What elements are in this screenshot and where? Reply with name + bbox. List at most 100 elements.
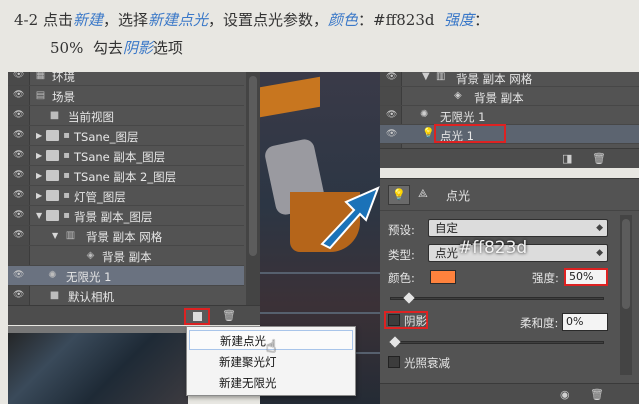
render-icon[interactable]: ◉ — [560, 388, 570, 401]
folder-icon — [46, 130, 59, 141]
camera-icon: ■ — [49, 290, 60, 301]
eye-icon[interactable]: 👁 — [386, 130, 397, 139]
softness-slider[interactable] — [389, 336, 604, 348]
expand-arrow-icon[interactable]: ▶ — [36, 151, 44, 160]
layer-row-infinite-light[interactable]: 👁 ✺ 无限光 1 — [8, 266, 244, 286]
layers-scrollbar[interactable] — [246, 72, 260, 324]
expand-arrow-icon[interactable]: ▶ — [36, 171, 44, 180]
strength-input[interactable]: 50% — [564, 268, 608, 286]
instr-highlight-new: 新建 — [72, 11, 103, 29]
trash-icon[interactable]: 🗑 — [590, 388, 604, 401]
layer-row-tsane-copy2[interactable]: 👁 ▶ ▪ TSane 副本 2_图层 — [8, 166, 244, 186]
mesh-icon: ▪ — [63, 190, 70, 201]
layer-row-bg-copy-mesh[interactable]: 👁 ▼ ▥ 背景 副本 网格 — [8, 226, 244, 246]
environment-icon: ▦ — [35, 72, 46, 81]
instr-part: 点击 — [42, 11, 73, 29]
falloff-checkbox[interactable] — [388, 356, 400, 368]
eye-icon[interactable]: 👁 — [386, 73, 397, 82]
trash-icon[interactable]: 🗑 — [592, 152, 606, 165]
bulb-icon[interactable]: 💡 — [388, 185, 410, 205]
preset-select[interactable]: 自定 ◆ — [428, 219, 608, 237]
eye-icon[interactable]: 👁 — [13, 291, 25, 300]
step-number: 4-2 — [14, 11, 39, 29]
bulb-icon: 💡 — [422, 128, 435, 139]
instr-highlight-new-point: 新建点光 — [147, 11, 208, 29]
instr-highlight-strength: 强度 — [444, 11, 475, 29]
color-swatch[interactable] — [430, 270, 456, 284]
coordinates-icon[interactable]: ⟁ — [418, 187, 428, 201]
collapse-arrow-icon[interactable]: ▼ — [422, 71, 430, 82]
layer-row-environment[interactable]: 👁 ▦ 环境 — [8, 72, 244, 86]
eye-icon[interactable]: 👁 — [13, 111, 25, 120]
preset-label: 预设: — [388, 223, 415, 237]
layer-row-scene[interactable]: 👁 ▤ 场景 — [8, 86, 244, 106]
strength-slider[interactable] — [390, 292, 604, 304]
shadow-checkbox[interactable] — [388, 314, 400, 326]
new-light-button[interactable] — [184, 308, 210, 325]
eye-icon[interactable]: 👁 — [13, 91, 25, 100]
eye-icon[interactable]: 👁 — [13, 171, 25, 180]
scene-row-bg-mesh[interactable]: 👁 ▼ ▥ 背景 副本 网格 — [380, 68, 639, 87]
scene-icon: ▤ — [35, 90, 46, 101]
folder-icon — [46, 210, 59, 221]
properties-panel: 💡 ⟁ 点光 预设: 自定 ◆ 类型: 点光 ◆ 颜色: 强度: 50% 阴影 … — [380, 178, 639, 404]
layer-row-default-camera[interactable]: 👁 ■ 默认相机 — [8, 286, 244, 306]
new-light-icon — [193, 312, 202, 321]
3d-object-orange — [260, 76, 320, 118]
scene-row-point-light[interactable]: 👁 💡 点光 1 — [380, 125, 639, 144]
layer-label: TSane 副本_图层 — [74, 150, 166, 164]
trash-icon[interactable]: 🗑 — [222, 309, 236, 322]
eye-icon[interactable]: 👁 — [13, 191, 25, 200]
scrollbar-thumb[interactable] — [249, 76, 257, 256]
scrollbar-thumb[interactable] — [622, 219, 630, 309]
layer-label: 无限光 1 — [440, 110, 486, 124]
eye-icon[interactable]: 👁 — [13, 231, 25, 240]
layer-row-current-view[interactable]: 👁 ■ 当前视图 — [8, 106, 244, 126]
layer-row-bg-copy-material[interactable]: ◈ 背景 副本 — [8, 246, 244, 266]
falloff-label: 光照衰减 — [404, 356, 450, 370]
layer-label: TSane_图层 — [74, 130, 139, 144]
scene-panel-footer: ◨ 🗑 — [380, 148, 639, 168]
slider-knob[interactable] — [389, 336, 401, 348]
layer-row-tsane[interactable]: 👁 ▶ ▪ TSane_图层 — [8, 126, 244, 146]
hand-cursor-icon: ☝ — [266, 337, 277, 357]
scene-row-bg-material[interactable]: ◈ 背景 副本 — [380, 87, 639, 106]
expand-arrow-icon[interactable]: ▶ — [36, 131, 44, 140]
mesh-icon: ▥ — [436, 71, 446, 82]
new-light-icon[interactable]: ◨ — [562, 152, 572, 165]
grid-line — [260, 272, 380, 274]
instr-highlight-color: 颜色 — [328, 11, 359, 29]
eye-icon[interactable]: 👁 — [13, 211, 25, 220]
instr-part: ，选择 — [102, 11, 148, 29]
mesh-icon: ▪ — [63, 210, 70, 221]
mesh-icon: ▪ — [63, 130, 70, 141]
eye-icon[interactable]: 👁 — [386, 111, 397, 120]
layer-label: 场景 — [52, 90, 75, 104]
eye-icon[interactable]: 👁 — [13, 271, 25, 280]
shadow-label: 阴影 — [404, 314, 427, 328]
layer-row-tsane-copy[interactable]: 👁 ▶ ▪ TSane 副本_图层 — [8, 146, 244, 166]
slider-knob[interactable] — [403, 292, 415, 304]
layer-label: 背景 副本 网格 — [86, 230, 163, 244]
layer-label: 背景 副本 网格 — [456, 72, 533, 86]
eye-icon[interactable]: 👁 — [13, 72, 25, 80]
softness-input[interactable]: 0% — [562, 313, 608, 331]
instr-highlight-shadow: 阴影 — [122, 39, 153, 57]
chevron-updown-icon: ◆ — [596, 248, 603, 258]
properties-title: 点光 — [446, 189, 471, 203]
scene-image-strip — [8, 326, 188, 404]
eye-icon[interactable]: 👁 — [13, 131, 25, 140]
layer-row-lamp[interactable]: 👁 ▶ ▪ 灯管_图层 — [8, 186, 244, 206]
eye-icon[interactable]: 👁 — [13, 151, 25, 160]
chevron-updown-icon: ◆ — [596, 223, 603, 233]
scene-row-infinite-light[interactable]: 👁 ✺ 无限光 1 — [380, 106, 639, 125]
type-label: 类型: — [388, 248, 415, 262]
collapse-arrow-icon[interactable]: ▼ — [36, 211, 44, 220]
layer-row-bg-copy[interactable]: 👁 ▼ ▪ 背景 副本_图层 — [8, 206, 244, 226]
infinite-light-icon: ✺ — [48, 270, 57, 281]
material-icon: ◈ — [86, 250, 95, 261]
expand-arrow-icon[interactable]: ▶ — [36, 191, 44, 200]
collapse-arrow-icon[interactable]: ▼ — [52, 231, 60, 240]
menu-item-new-infinite-light[interactable]: 新建无限光 — [189, 373, 353, 393]
properties-scrollbar[interactable] — [620, 215, 632, 375]
